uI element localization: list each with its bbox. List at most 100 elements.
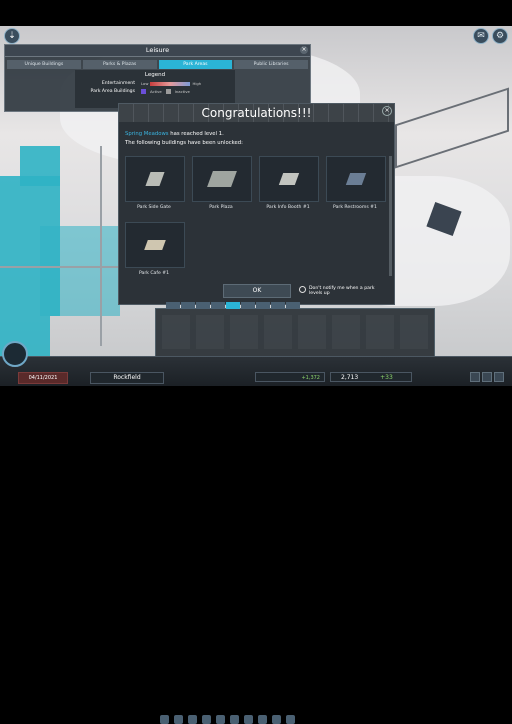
building-name: Park Info Booth #1 bbox=[266, 205, 310, 210]
toolbar-tab[interactable] bbox=[271, 302, 285, 309]
legend-low-label: Low bbox=[141, 81, 149, 86]
toolbar-item[interactable] bbox=[230, 315, 258, 349]
toolbar-tab[interactable] bbox=[196, 302, 210, 309]
road bbox=[0, 266, 120, 268]
notify-label: Don't notify me when a park levels up bbox=[309, 286, 375, 296]
toolbar-item[interactable] bbox=[298, 315, 326, 349]
tab-unique-buildings[interactable]: Unique Buildings bbox=[7, 60, 81, 69]
toolbar-item[interactable] bbox=[264, 315, 292, 349]
tab-parks-plazas[interactable]: Parks & Plazas bbox=[82, 60, 157, 69]
toolbar-tab[interactable] bbox=[226, 302, 240, 309]
unlocked-building-tile[interactable]: Park Plaza bbox=[192, 156, 252, 216]
dialog-scrollbar[interactable] bbox=[389, 156, 392, 276]
build-toolbar bbox=[155, 302, 435, 358]
info-view-icon[interactable] bbox=[272, 715, 281, 724]
population-display: 2,713 +33 bbox=[330, 372, 412, 382]
leisure-info-panel: Leisure × Unique Buildings Parks & Plaza… bbox=[4, 44, 311, 112]
speed-button[interactable] bbox=[482, 372, 492, 382]
unlocked-building-tile[interactable]: Park Side Gate bbox=[125, 156, 185, 216]
info-view-icons bbox=[160, 715, 295, 724]
letterbox-bottom bbox=[0, 386, 512, 410]
notify-radio[interactable] bbox=[299, 286, 306, 293]
population-change: +33 bbox=[380, 374, 393, 381]
building-name: Park Side Gate bbox=[137, 205, 171, 210]
close-icon[interactable]: × bbox=[382, 106, 392, 116]
chirper-settings-icon[interactable]: ✉ bbox=[473, 28, 489, 44]
unlocked-building-tile[interactable]: Park Restrooms #1 bbox=[326, 156, 386, 216]
panel-tabs: Unique Buildings Parks & Plazas Park Are… bbox=[7, 60, 308, 69]
population-value: 2,713 bbox=[341, 374, 359, 381]
info-view-icon[interactable] bbox=[244, 715, 253, 724]
info-view-icon[interactable] bbox=[188, 715, 197, 724]
toolbar-tab[interactable] bbox=[286, 302, 300, 309]
toolbar-tab[interactable] bbox=[256, 302, 270, 309]
toolbar-tab[interactable] bbox=[166, 302, 180, 309]
legend-high-label: High bbox=[192, 81, 202, 86]
level-text: has reached level 1. bbox=[170, 131, 224, 137]
legend-park-area-row: Park Area Buildings Active Inactive bbox=[75, 89, 235, 94]
top-right-controls: ✉ ⚙ bbox=[473, 28, 508, 44]
letterbox-top bbox=[0, 0, 512, 26]
park-cafe-thumbnail bbox=[125, 222, 185, 268]
legend-entertainment-label: Entertainment bbox=[101, 81, 135, 86]
info-view-icon[interactable] bbox=[230, 715, 239, 724]
city-name[interactable]: Rockfield bbox=[90, 372, 164, 384]
park-name: Spring Meadows bbox=[125, 131, 169, 137]
park-side-gate-thumbnail bbox=[125, 156, 185, 202]
legend-active-label: Active bbox=[150, 89, 162, 94]
unlocked-building-tile[interactable]: Park Info Booth #1 bbox=[259, 156, 319, 216]
unlocked-building-tile[interactable]: Park Cafe #1 bbox=[125, 222, 185, 282]
toolbar-tab[interactable] bbox=[181, 302, 195, 309]
legend-inactive-label: Inactive bbox=[174, 89, 190, 94]
tab-park-areas[interactable]: Park Areas bbox=[158, 60, 233, 69]
road bbox=[100, 146, 102, 346]
chirper-icon[interactable] bbox=[2, 341, 28, 367]
info-view-icon[interactable] bbox=[160, 715, 169, 724]
park-plaza-thumbnail bbox=[192, 156, 252, 202]
toolbar-item[interactable] bbox=[332, 315, 360, 349]
panel-title: Leisure bbox=[5, 45, 310, 57]
building-name: Park Cafe #1 bbox=[138, 271, 170, 276]
building-name: Park Plaza bbox=[209, 205, 233, 210]
toolbar-item[interactable] bbox=[196, 315, 224, 349]
toolbar-tabs bbox=[166, 302, 300, 309]
speed-controls bbox=[470, 372, 504, 382]
info-view-icon[interactable] bbox=[174, 715, 183, 724]
legend-entertainment-row: Entertainment Low High bbox=[75, 81, 235, 86]
park-info-booth-thumbnail bbox=[259, 156, 319, 202]
notify-option: Don't notify me when a park levels up bbox=[299, 286, 389, 296]
legend-park-area-label: Park Area Buildings bbox=[90, 89, 135, 94]
ok-button[interactable]: OK bbox=[223, 284, 291, 298]
info-view-icon[interactable] bbox=[258, 715, 267, 724]
toolbar-item[interactable] bbox=[162, 315, 190, 349]
dialog-title: Congratulations!!! bbox=[201, 106, 312, 120]
gear-icon[interactable]: ⚙ bbox=[492, 28, 508, 44]
unlock-text: The following buildings have been unlock… bbox=[125, 140, 243, 146]
toolbar-tab[interactable] bbox=[241, 302, 255, 309]
inactive-swatch bbox=[165, 89, 171, 94]
tab-public-libraries[interactable]: Public Libraries bbox=[234, 60, 308, 69]
legend-title: Legend bbox=[144, 72, 166, 78]
toolbar-item[interactable] bbox=[366, 315, 394, 349]
building-name: Park Restrooms #1 bbox=[333, 205, 377, 210]
info-view-icon[interactable] bbox=[216, 715, 225, 724]
info-view-icon[interactable] bbox=[286, 715, 295, 724]
info-view-icon[interactable] bbox=[202, 715, 211, 724]
entertainment-gradient bbox=[150, 81, 191, 86]
congratulations-dialog: Congratulations!!! × Spring Meadows has … bbox=[118, 103, 395, 305]
toolbar-tab[interactable] bbox=[211, 302, 225, 309]
pause-button[interactable] bbox=[470, 372, 480, 382]
cash-display[interactable]: +1,372 bbox=[255, 372, 325, 382]
speed-button[interactable] bbox=[494, 372, 504, 382]
close-icon[interactable]: × bbox=[300, 46, 308, 54]
dialog-message: Spring Meadows has reached level 1. The … bbox=[119, 130, 394, 148]
toolbar-item[interactable] bbox=[400, 315, 428, 349]
unlock-icon[interactable]: ⇣ bbox=[4, 28, 20, 44]
park-restrooms-thumbnail bbox=[326, 156, 386, 202]
active-swatch bbox=[141, 89, 146, 94]
bridge bbox=[395, 87, 509, 169]
city-district-overlay bbox=[20, 146, 60, 186]
city-district-overlay bbox=[40, 226, 120, 316]
dialog-header: Congratulations!!! × bbox=[119, 104, 394, 122]
date-display: 04/11/2021 bbox=[18, 372, 68, 384]
